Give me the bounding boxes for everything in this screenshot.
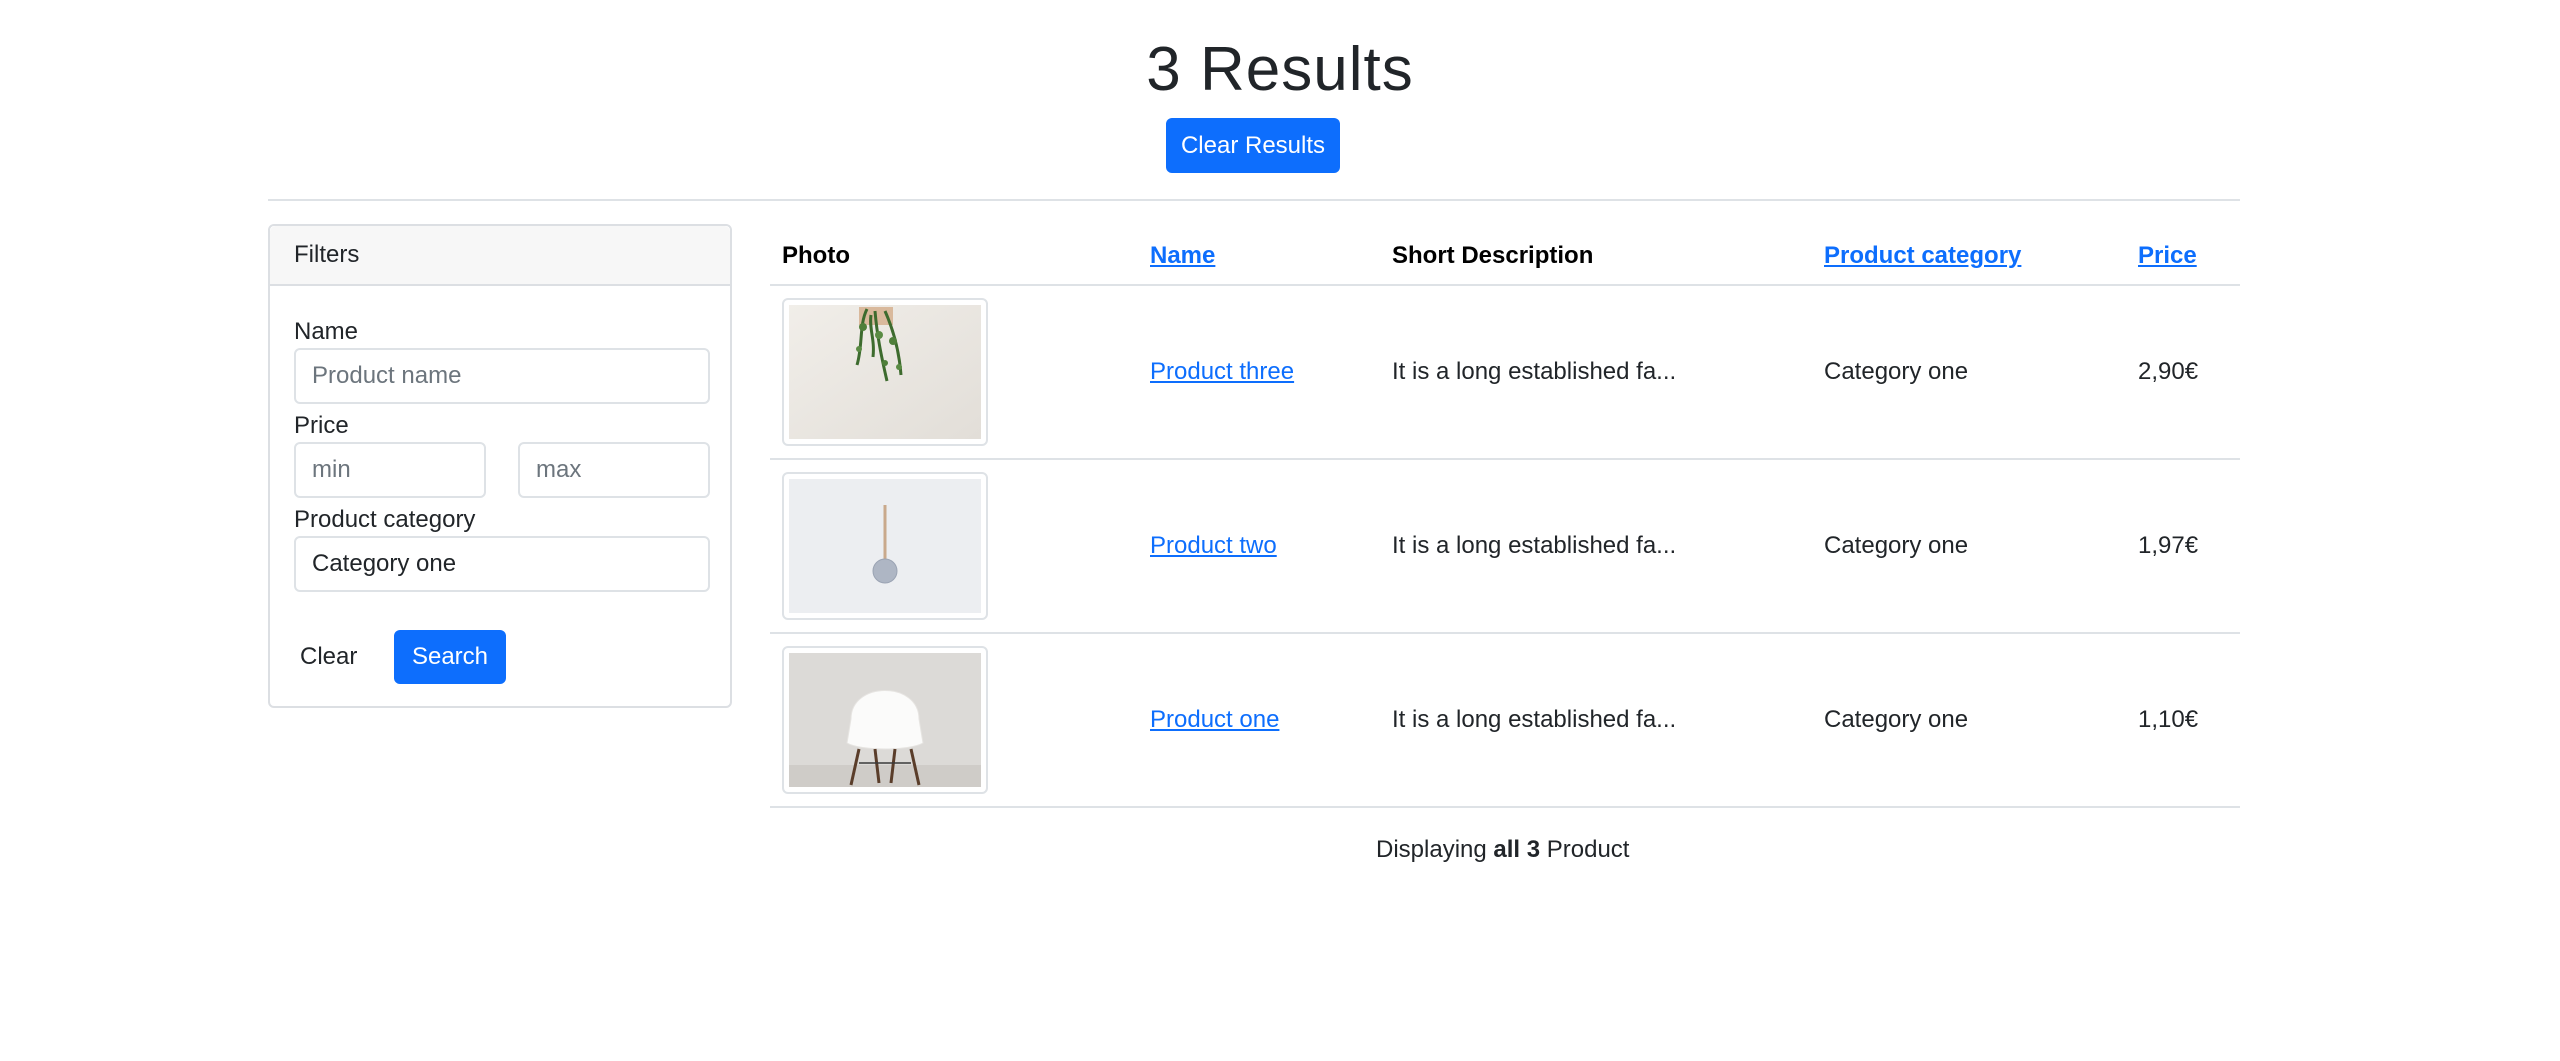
column-header-description: Short Description <box>1392 242 1594 269</box>
product-category: Category one <box>1824 706 1969 733</box>
hanging-plant-image <box>789 305 981 439</box>
product-price: 2,90€ <box>2138 358 2199 385</box>
product-thumbnail[interactable] <box>782 646 988 794</box>
table-row: Product two It is a long established fa.… <box>770 458 2240 632</box>
pagination-suffix: Product <box>1546 836 1630 863</box>
product-category-label: Product category <box>294 506 476 533</box>
product-thumbnail[interactable] <box>782 472 988 620</box>
pagination-info: Displaying all 3 Product <box>1376 836 1629 864</box>
column-header-price[interactable]: Price <box>2138 242 2197 270</box>
product-category: Category one <box>1824 532 1969 559</box>
filters-title: Filters <box>270 226 730 286</box>
product-thumbnail[interactable] <box>782 298 988 446</box>
product-name-link[interactable]: Product two <box>1150 460 1277 632</box>
name-label: Name <box>294 318 359 345</box>
product-category-select[interactable]: Category one <box>294 536 710 592</box>
product-description: It is a long established fa... <box>1392 358 1677 385</box>
column-header-name[interactable]: Name <box>1150 242 1215 270</box>
column-header-category[interactable]: Product category <box>1824 242 2021 270</box>
product-description: It is a long established fa... <box>1392 532 1677 559</box>
white-chair-image <box>789 653 981 787</box>
product-price: 1,10€ <box>2138 706 2199 733</box>
table-row: Product one It is a long established fa.… <box>770 632 2240 806</box>
page: 3 Results Clear Results Filters Name Pri… <box>0 0 2560 1061</box>
header-divider <box>268 199 2240 201</box>
product-name-link[interactable]: Product three <box>1150 286 1294 458</box>
product-price: 1,97€ <box>2138 532 2199 559</box>
pagination-count: all 3 <box>1493 836 1541 863</box>
page-title: 3 Results <box>1146 35 1414 104</box>
product-description: It is a long established fa... <box>1392 706 1677 733</box>
pagination-prefix: Displaying <box>1376 836 1487 863</box>
price-min-input[interactable] <box>294 442 486 498</box>
clear-results-button[interactable]: Clear Results <box>1166 118 1340 173</box>
wall-clock-image <box>789 479 981 613</box>
filters-panel: Filters Name Price Product category Cate… <box>268 224 732 708</box>
price-max-input[interactable] <box>518 442 710 498</box>
column-header-photo: Photo <box>782 242 850 269</box>
product-name-link[interactable]: Product one <box>1150 634 1279 806</box>
clear-filters-button[interactable]: Clear <box>294 630 358 684</box>
product-name-input[interactable] <box>294 348 710 404</box>
table-bottom-border <box>770 806 2240 808</box>
table-row: Product three It is a long established f… <box>770 284 2240 458</box>
product-category: Category one <box>1824 358 1969 385</box>
price-label: Price <box>294 412 349 439</box>
search-button[interactable]: Search <box>394 630 506 684</box>
